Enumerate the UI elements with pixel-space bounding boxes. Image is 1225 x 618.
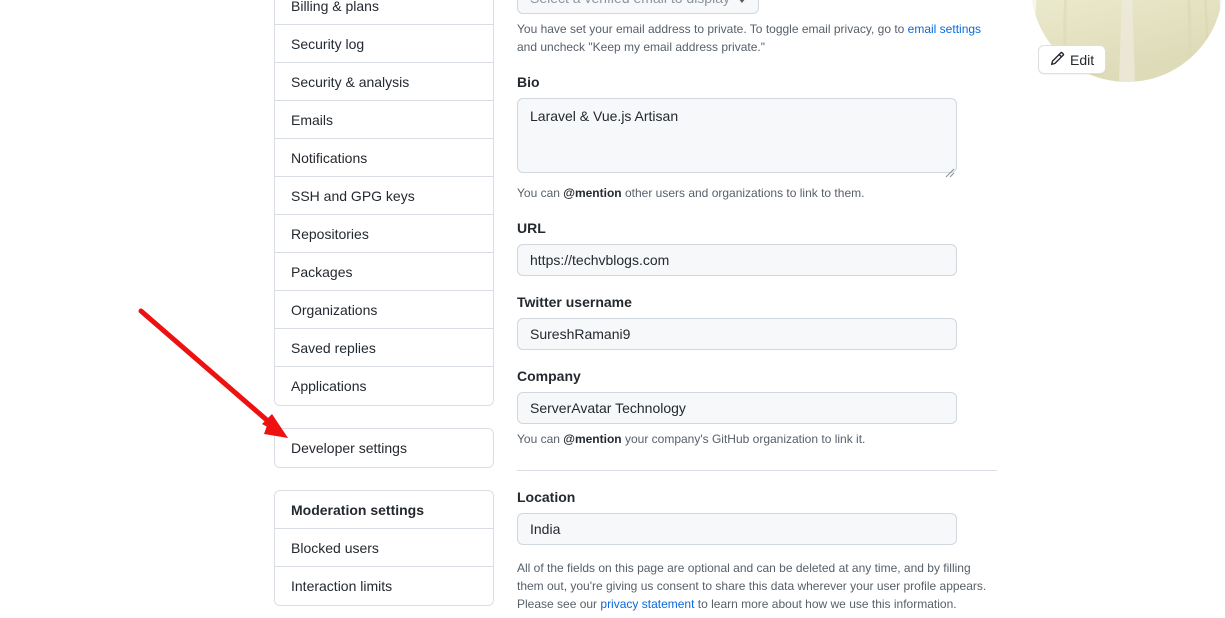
email-privacy-note-part2: and uncheck "Keep my email address priva… — [517, 40, 765, 54]
sidebar-heading-moderation-settings: Moderation settings — [275, 491, 493, 529]
sidebar-item-billing-plans[interactable]: Billing & plans — [275, 0, 493, 25]
public-email-select[interactable]: Select a verified email to display — [517, 0, 759, 14]
sidebar-item-organizations[interactable]: Organizations — [275, 291, 493, 329]
form-divider — [517, 470, 997, 471]
settings-sidebar: Billing & plans Security log Security & … — [274, 0, 494, 618]
sidebar-item-saved-replies[interactable]: Saved replies — [275, 329, 493, 367]
url-label: URL — [517, 220, 546, 236]
pencil-icon — [1050, 51, 1065, 69]
sidebar-item-developer-settings[interactable]: Developer settings — [275, 429, 493, 467]
chevron-updown-icon — [738, 0, 746, 7]
sidebar-group-primary-settings: Billing & plans Security log Security & … — [274, 0, 494, 406]
sidebar-item-packages[interactable]: Packages — [275, 253, 493, 291]
sidebar-item-blocked-users[interactable]: Blocked users — [275, 529, 493, 567]
bio-note-part2: other users and organizations to link to… — [621, 186, 865, 200]
sidebar-item-interaction-limits[interactable]: Interaction limits — [275, 567, 493, 605]
company-note-mention: @mention — [563, 432, 622, 446]
sidebar-group-developer-settings: Developer settings — [274, 428, 494, 468]
bio-label: Bio — [517, 74, 540, 90]
optional-fields-note: All of the fields on this page are optio… — [517, 559, 997, 613]
twitter-label: Twitter username — [517, 294, 632, 310]
company-note-part1: You can — [517, 432, 564, 446]
email-privacy-note: You have set your email address to priva… — [517, 20, 995, 56]
company-note-part2: your company's GitHub organization to li… — [621, 432, 866, 446]
optional-fields-note-part2: to learn more about how we use this info… — [694, 597, 957, 611]
public-email-select-value: Select a verified email to display — [530, 0, 730, 6]
sidebar-item-security-analysis[interactable]: Security & analysis — [275, 63, 493, 101]
bio-textarea[interactable] — [517, 98, 957, 173]
sidebar-group-moderation-settings: Moderation settings Blocked users Intera… — [274, 490, 494, 606]
company-input[interactable] — [517, 392, 957, 424]
edit-avatar-label: Edit — [1070, 51, 1095, 68]
email-settings-link[interactable]: email settings — [908, 22, 981, 36]
company-label: Company — [517, 368, 581, 384]
location-input[interactable] — [517, 513, 957, 545]
settings-profile-page: Billing & plans Security log Security & … — [0, 0, 1225, 618]
bio-note-mention: @mention — [563, 186, 622, 200]
email-privacy-note-part1: You have set your email address to priva… — [517, 22, 908, 36]
profile-form: Select a verified email to display You h… — [517, 0, 997, 618]
sidebar-item-repositories[interactable]: Repositories — [275, 215, 493, 253]
company-note: You can @mention your company's GitHub o… — [517, 430, 995, 448]
sidebar-item-security-log[interactable]: Security log — [275, 25, 493, 63]
url-input[interactable] — [517, 244, 957, 276]
bio-note-part1: You can — [517, 186, 564, 200]
bio-note: You can @mention other users and organiz… — [517, 184, 995, 202]
edit-avatar-button[interactable]: Edit — [1038, 45, 1107, 74]
sidebar-item-applications[interactable]: Applications — [275, 367, 493, 405]
sidebar-item-emails[interactable]: Emails — [275, 101, 493, 139]
privacy-statement-link[interactable]: privacy statement — [600, 597, 694, 611]
twitter-input[interactable] — [517, 318, 957, 350]
location-label: Location — [517, 489, 576, 505]
sidebar-item-notifications[interactable]: Notifications — [275, 139, 493, 177]
sidebar-item-ssh-gpg-keys[interactable]: SSH and GPG keys — [275, 177, 493, 215]
